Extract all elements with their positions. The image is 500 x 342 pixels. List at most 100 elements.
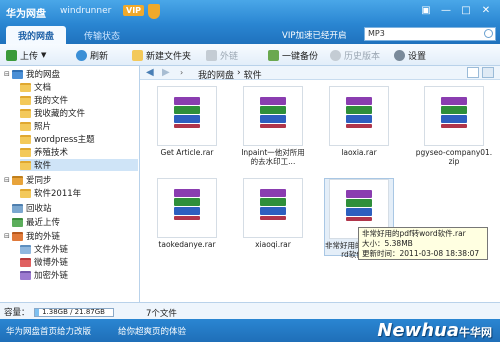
tree-item-farming[interactable]: 养殖技术 [20,146,68,158]
recycle-bin-icon [12,203,23,213]
weibo-icon [20,257,31,267]
file-thumbnail [243,178,303,238]
navigation-bar: ◀ ▶ › 我的网盘 › 软件 [140,66,500,81]
tab-bar: 我的网盘 传输状态 VIP加速已经开启 MP3 [0,24,500,44]
tree-label: 回收站 [26,204,52,214]
link-icon [206,49,217,61]
folder-icon [20,188,31,198]
tree-sync[interactable]: ⊟ 爱同步 [4,174,52,186]
folder-icon [20,121,31,131]
folder-icon [20,160,31,170]
file-name: Get Article.rar [160,148,214,157]
tree-item-favorites[interactable]: 我收藏的文件 [20,107,85,119]
tree-item-weibo-links[interactable]: 微博外链 [20,256,68,268]
search-input[interactable]: MP3 [364,27,496,41]
collapse-icon[interactable]: ⊟ [4,176,12,184]
tooltip-size: 大小：5.38MB [362,239,413,248]
username[interactable]: windrunner [60,6,111,16]
tree-item-wordpress[interactable]: wordpress主题 [20,133,95,145]
capacity-value: 1.38GB / 21.87GB [42,307,105,316]
file-item[interactable]: taokedanye.rar [152,178,222,256]
external-link-button[interactable]: 外链 [206,48,238,62]
gear-icon [394,49,405,61]
one-click-backup-button[interactable]: 一键备份 [268,48,318,62]
tab-transfer-status[interactable]: 传输状态 [72,26,132,44]
chevron-down-icon[interactable]: ▼ [41,51,46,59]
promo-link[interactable]: 华为网盘首页给力改版 [6,325,91,337]
tree-recycle-bin[interactable]: 回收站 [12,202,52,214]
vip-badge[interactable]: VIP [123,5,145,16]
zip-archive-icon [441,97,467,131]
lock-icon [20,270,31,280]
file-name: taokedanye.rar [158,240,216,249]
tree-item-photos[interactable]: 照片 [20,120,51,132]
sync-icon [12,175,23,185]
vip-notice: VIP加速已经开启 [282,31,347,41]
close-icon[interactable]: ✕ [478,4,494,18]
new-folder-button[interactable]: 新建文件夹 [132,48,191,62]
tree-item-my-files[interactable]: 我的文件 [20,94,68,106]
view-toggle [467,67,494,78]
tree-item-file-links[interactable]: 文件外链 [20,243,68,255]
history-icon [330,49,341,61]
bottom-banner: 华为网盘首页给力改版 给你超爽页的体验 Newhua牛华网 [0,319,500,342]
upload-button[interactable]: 上传 ▼ [6,48,46,62]
rar-archive-icon [346,97,372,131]
file-item[interactable]: laoxia.rar [324,86,394,164]
tree-recent-uploads[interactable]: 最近上传 [12,216,60,228]
tree-item-software-2011[interactable]: 软件2011年 [20,187,81,199]
chevron-right-icon: › [180,68,184,77]
tree-item-encrypted-links[interactable]: 加密外链 [20,269,68,281]
file-link-icon [20,244,31,254]
tree-label: 爱同步 [26,176,52,186]
medal-icon[interactable] [148,4,160,19]
folder-tree: ⊟ 我的网盘 文档 我的文件 我收藏的文件 照片 wordpress主题 养殖技… [0,66,140,302]
collapse-icon[interactable]: ⊟ [4,70,12,78]
file-name: xiaoqi.rar [255,240,291,249]
file-item[interactable]: Inpaint一他对所用的去水印工... [238,86,308,166]
new-folder-icon [132,49,143,61]
refresh-icon [76,49,87,61]
promo-link-2[interactable]: 给你超爽页的体验 [118,325,186,337]
maximize-icon[interactable]: □ [458,4,474,18]
collapse-icon[interactable]: ⊟ [4,232,12,240]
list-view-icon[interactable] [467,67,479,78]
title-bar: 华为网盘 windrunner VIP ▣ — □ ✕ [0,0,500,24]
tooltip-updated: 更新时间：2011-03-08 18:38:07 [362,249,480,258]
file-count: 7个文件 [146,309,177,319]
forward-arrow-icon[interactable]: ▶ [162,67,170,78]
capacity-label: 容量： [4,308,30,318]
file-name: laoxia.rar [341,148,377,157]
file-item[interactable]: xiaoqi.rar [238,178,308,256]
tree-item-software[interactable]: 软件 [20,159,138,171]
capacity-indicator: 容量： 1.38GB / 21.87GB [4,306,114,318]
refresh-button[interactable]: 刷新 [76,48,108,62]
external-link-label: 外链 [220,51,239,62]
settings-button[interactable]: 设置 [394,48,426,62]
tree-label: 照片 [34,122,52,132]
minimize-icon[interactable]: — [438,4,454,18]
file-item[interactable]: pgyseo-company01.zip [414,86,494,166]
tree-label: 我的文件 [34,96,69,106]
app-title: 华为网盘 [6,9,46,20]
grid-view-icon[interactable] [482,67,494,78]
tree-item-docs[interactable]: 文档 [20,81,51,93]
rar-archive-icon [174,189,200,223]
file-item[interactable]: Get Article.rar [152,86,222,164]
search-value: MP3 [368,29,385,38]
file-name: Inpaint一他对所用的去水印工... [241,148,305,166]
tree-root-my-disk[interactable]: ⊟ 我的网盘 [4,68,60,80]
file-name: pgyseo-company01.zip [415,148,493,166]
upload-label: 上传 [20,51,39,62]
capacity-fill [34,308,40,316]
back-arrow-icon[interactable]: ◀ [146,67,154,78]
rar-archive-icon [346,190,372,224]
search-icon[interactable] [484,29,493,38]
upload-icon [6,49,17,61]
tree-my-links[interactable]: ⊟ 我的外链 [4,230,60,242]
recent-upload-icon [12,217,23,227]
tab-my-disk[interactable]: 我的网盘 [6,26,67,44]
history-button[interactable]: 历史版本 [330,48,380,62]
newhua-watermark: Newhua牛华网 [377,320,492,341]
skin-icon[interactable]: ▣ [418,4,434,18]
